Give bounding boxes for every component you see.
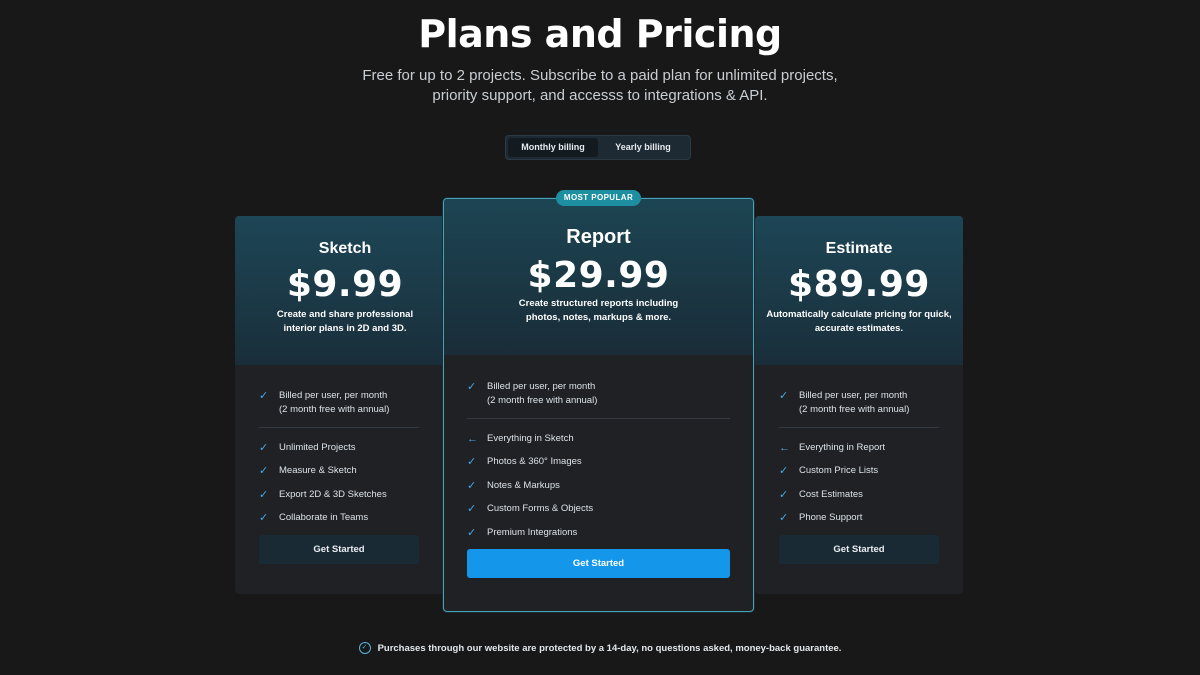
feature-list: ✓ Billed per user, per month (2 month fre… xyxy=(259,389,419,417)
plan-description: Automatically calculate pricing for quic… xyxy=(755,308,963,336)
feature-list: ✓ Billed per user, per month (2 month fre… xyxy=(467,380,730,408)
plan-body: ✓ Billed per user, per month (2 month fre… xyxy=(235,365,455,564)
plan-name: Report xyxy=(566,226,631,248)
billing-note: Billed per user, per month (2 month free … xyxy=(487,381,598,406)
list-item: ✓ Export 2D & 3D Sketches xyxy=(259,488,419,502)
plan-card-report: Report $29.99 Create structured reports … xyxy=(443,198,754,612)
list-item: ✓ Billed per user, per month (2 month fre… xyxy=(259,389,419,417)
check-icon: ✓ xyxy=(779,390,789,402)
feature-list: ✓ Unlimited Projects ✓ Measure & Sketch ✓ E… xyxy=(259,441,419,526)
check-icon: ✓ xyxy=(259,441,269,454)
plan-price: $89.99 xyxy=(788,264,930,305)
check-icon: ✓ xyxy=(467,456,477,468)
billing-note: Billed per user, per month (2 month free … xyxy=(279,390,390,415)
feature-label: Everything in Report xyxy=(799,441,886,453)
plan-description-line: photos, notes, markups & more. xyxy=(525,312,672,323)
feature-label: Collaborate in Teams xyxy=(279,512,369,523)
feature-label: Custom Price Lists xyxy=(799,465,879,476)
feature-label: Unlimited Projects xyxy=(279,441,356,453)
billing-toggle: Monthly billing Yearly billing xyxy=(505,135,691,160)
feature-label: Photos & 360° Images xyxy=(487,456,582,467)
feature-list: ✓ Billed per user, per month (2 month fre… xyxy=(779,389,939,417)
divider xyxy=(467,417,730,419)
plan-name: Sketch xyxy=(318,240,372,257)
check-icon: ✓ xyxy=(467,526,477,539)
plan-description: Create and share professional interior p… xyxy=(235,308,455,336)
plan-body: ✓ Billed per user, per month (2 month fre… xyxy=(755,365,963,564)
list-item: ← Everything in Report xyxy=(779,441,939,455)
plan-header: Estimate $89.99 Automatically calculate … xyxy=(755,216,963,365)
feature-label: Everything in Sketch xyxy=(487,432,574,444)
feature-label: Cost Estimates xyxy=(799,488,863,500)
check-icon: ✓ xyxy=(779,512,789,524)
check-icon: ✓ xyxy=(259,488,269,501)
divider xyxy=(259,426,419,428)
plan-description-line: interior plans in 2D and 3D. xyxy=(283,323,407,334)
list-item: ✓ Collaborate in Teams xyxy=(259,511,419,525)
list-item: ✓ Custom Forms & Objects xyxy=(467,502,730,516)
check-circle-icon: ✓ xyxy=(358,642,371,654)
plan-card-sketch: Sketch $9.99 Create and share profession… xyxy=(235,216,455,594)
list-item: ✓ Custom Price Lists xyxy=(779,464,939,478)
plan-description-line: accurate estimates. xyxy=(814,323,904,334)
arrow-left-icon: ← xyxy=(467,432,478,445)
guarantee-text: Purchases through our website are protec… xyxy=(377,642,842,654)
check-icon: ✓ xyxy=(467,503,477,515)
feature-label: Notes & Markups xyxy=(487,479,560,491)
plan-price: $29.99 xyxy=(527,255,670,296)
plan-header: Sketch $9.99 Create and share profession… xyxy=(235,216,455,365)
list-item: ✓ Premium Integrations xyxy=(467,526,730,540)
page-subtitle: Free for up to 2 projects. Subscribe to … xyxy=(0,66,1200,106)
check-icon: ✓ xyxy=(779,488,789,501)
subtitle-line: Free for up to 2 projects. Subscribe to … xyxy=(362,67,838,84)
list-item: ✓ Photos & 360° Images xyxy=(467,455,730,469)
page-title: Plans and Pricing xyxy=(418,12,782,56)
feature-list: ← Everything in Report ✓ Custom Price List… xyxy=(779,441,939,526)
list-item: ✓ Notes & Markups xyxy=(467,479,730,493)
monthly-billing-option[interactable]: Monthly billing xyxy=(508,138,598,157)
list-item: ✓ Billed per user, per month (2 month fre… xyxy=(467,380,730,408)
list-item: ✓ Measure & Sketch xyxy=(259,464,419,478)
plan-header: Report $29.99 Create structured reports … xyxy=(444,199,753,355)
plan-card-estimate: Estimate $89.99 Automatically calculate … xyxy=(755,216,963,594)
list-item: ✓ Phone Support xyxy=(779,511,939,525)
subtitle-line: priority support, and accesss to integra… xyxy=(432,87,768,104)
check-icon: ✓ xyxy=(259,465,269,477)
plan-description-line: Create and share professional xyxy=(276,309,414,320)
get-started-button-estimate[interactable]: Get Started xyxy=(779,534,939,564)
list-item: ✓ Unlimited Projects xyxy=(259,441,419,455)
list-item: ← Everything in Sketch xyxy=(467,432,730,446)
billing-note: Billed per user, per month (2 month free … xyxy=(799,390,910,415)
plan-description-line: Create structured reports including xyxy=(518,298,679,309)
guarantee-note: ✓ Purchases through our website are prot… xyxy=(0,642,1200,654)
get-started-button-report[interactable]: Get Started xyxy=(467,549,730,578)
check-icon: ✓ xyxy=(467,479,477,492)
divider xyxy=(779,426,939,428)
plan-name: Estimate xyxy=(825,240,893,257)
check-icon: ✓ xyxy=(467,381,477,393)
most-popular-badge: MOST POPULAR xyxy=(556,190,641,206)
get-started-button-sketch[interactable]: Get Started xyxy=(259,534,419,564)
feature-label: Export 2D & 3D Sketches xyxy=(279,488,387,500)
feature-label: Measure & Sketch xyxy=(279,465,357,476)
arrow-left-icon: ← xyxy=(779,441,790,454)
plan-price: $9.99 xyxy=(286,264,404,305)
feature-label: Phone Support xyxy=(799,512,863,523)
feature-label: Premium Integrations xyxy=(487,526,578,538)
list-item: ✓ Cost Estimates xyxy=(779,488,939,502)
check-icon: ✓ xyxy=(779,465,789,477)
list-item: ✓ Billed per user, per month (2 month fre… xyxy=(779,389,939,417)
plan-body: ✓ Billed per user, per month (2 month fre… xyxy=(444,355,753,578)
plan-description: Create structured reports including phot… xyxy=(444,297,753,325)
check-icon: ✓ xyxy=(259,512,269,524)
feature-list: ← Everything in Sketch ✓ Photos & 360° Ima… xyxy=(467,432,730,540)
check-icon: ✓ xyxy=(259,390,269,402)
plan-description-line: Automatically calculate pricing for quic… xyxy=(766,309,952,320)
yearly-billing-option[interactable]: Yearly billing xyxy=(598,138,688,157)
feature-label: Custom Forms & Objects xyxy=(487,503,594,514)
